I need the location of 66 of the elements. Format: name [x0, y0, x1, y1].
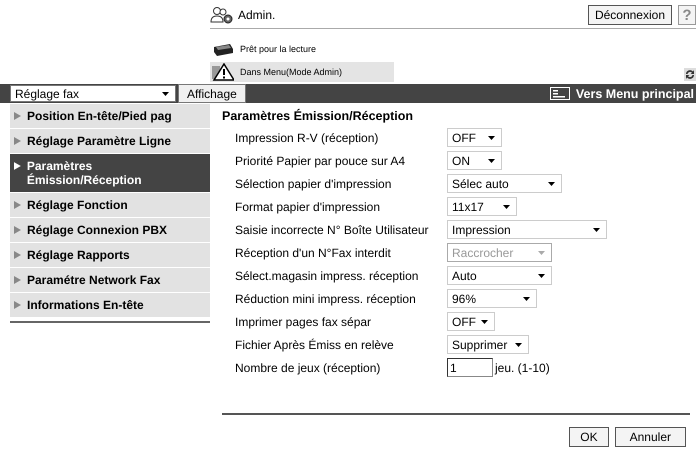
printer-icon	[212, 41, 234, 57]
menu-list-icon	[550, 87, 570, 100]
dropdown[interactable]: OFF	[447, 128, 502, 147]
field-label: Format papier d'impression	[235, 200, 382, 214]
sidebar-item[interactable]: Réglage Connexion PBX	[10, 217, 210, 242]
sidebar-item[interactable]: Paramètres Émission/Réception	[10, 153, 210, 192]
caret-icon	[503, 204, 510, 208]
warning-icon	[212, 63, 234, 81]
caret-icon	[523, 296, 530, 300]
main-menu-link[interactable]: Vers Menu principal	[550, 86, 696, 100]
cancel-button[interactable]: Annuler	[614, 427, 686, 447]
caret-icon	[548, 182, 555, 186]
dropdown[interactable]: 96%	[447, 289, 537, 308]
field-label: Nombre de jeux (réception)	[235, 360, 382, 374]
dropdown: Raccrocher	[447, 243, 552, 262]
unit-label: jeu. (1-10)	[495, 360, 550, 374]
refresh-icon	[684, 68, 696, 81]
triangle-icon	[14, 200, 21, 210]
caret-icon	[488, 136, 495, 140]
field-label: Réduction mini impress. réception	[235, 292, 417, 306]
caret-icon	[481, 320, 488, 324]
caret-icon	[538, 250, 545, 254]
field-label: Imprimer pages fax sépar	[235, 314, 372, 328]
sidebar-item[interactable]: Paramétre Network Fax	[10, 267, 210, 292]
field-label: Impression R-V (réception)	[235, 130, 380, 144]
sidebar-item[interactable]: Réglage Paramètre Ligne	[10, 128, 210, 153]
sidebar-item[interactable]: Informations En-tête	[10, 292, 210, 317]
status-text: Prêt pour la lecture	[240, 44, 316, 54]
dropdown[interactable]: 11x17	[447, 197, 517, 216]
user-name: Admin.	[238, 8, 276, 22]
ok-button[interactable]: OK	[569, 427, 609, 447]
display-button[interactable]: Affichage	[178, 84, 246, 103]
field-label: Fichier Après Émiss en relève	[235, 338, 395, 352]
dropdown[interactable]: Impression	[447, 220, 607, 239]
category-select[interactable]: Réglage fax	[10, 85, 176, 102]
sidebar-item[interactable]: Position En-tête/Pied pag	[10, 103, 210, 128]
sidebar-item[interactable]: Réglage Fonction	[10, 192, 210, 217]
form-title: Paramètres Émission/Réception	[222, 109, 414, 123]
dropdown[interactable]: Supprimer	[447, 335, 529, 354]
status-text: Dans Menu(Mode Admin)	[240, 67, 342, 77]
dropdown[interactable]: OFF	[447, 312, 495, 331]
field-label: Saisie incorrecte N° Boîte Utilisateur	[235, 222, 430, 236]
number-input-field[interactable]: 1	[447, 358, 493, 377]
caret-icon	[515, 342, 522, 346]
logout-button[interactable]: Déconnexion	[588, 5, 672, 25]
dropdown[interactable]: Auto	[447, 266, 552, 285]
triangle-icon	[14, 225, 21, 235]
select-value: Réglage fax	[15, 86, 80, 100]
caret-icon	[162, 92, 169, 96]
field-label: Sélection papier d'impression	[235, 176, 392, 190]
caret-icon	[538, 274, 545, 278]
dropdown[interactable]: ON	[447, 151, 502, 170]
triangle-icon	[14, 300, 21, 310]
dropdown[interactable]: Sélec auto	[447, 174, 562, 193]
users-gear-icon	[210, 6, 234, 24]
sidebar-item[interactable]: Réglage Rapports	[10, 242, 210, 267]
triangle-icon	[14, 136, 21, 146]
triangle-icon	[14, 250, 21, 260]
caret-icon	[593, 228, 600, 232]
field-label: Priorité Papier par pouce sur A4	[235, 154, 406, 168]
field-label: Sélect.magasin impress. réception	[235, 268, 420, 282]
triangle-icon	[14, 161, 21, 171]
caret-icon	[488, 158, 495, 162]
field-label: Réception d'un N°Fax interdit	[235, 246, 392, 260]
triangle-icon	[14, 275, 21, 285]
triangle-icon	[14, 111, 21, 121]
